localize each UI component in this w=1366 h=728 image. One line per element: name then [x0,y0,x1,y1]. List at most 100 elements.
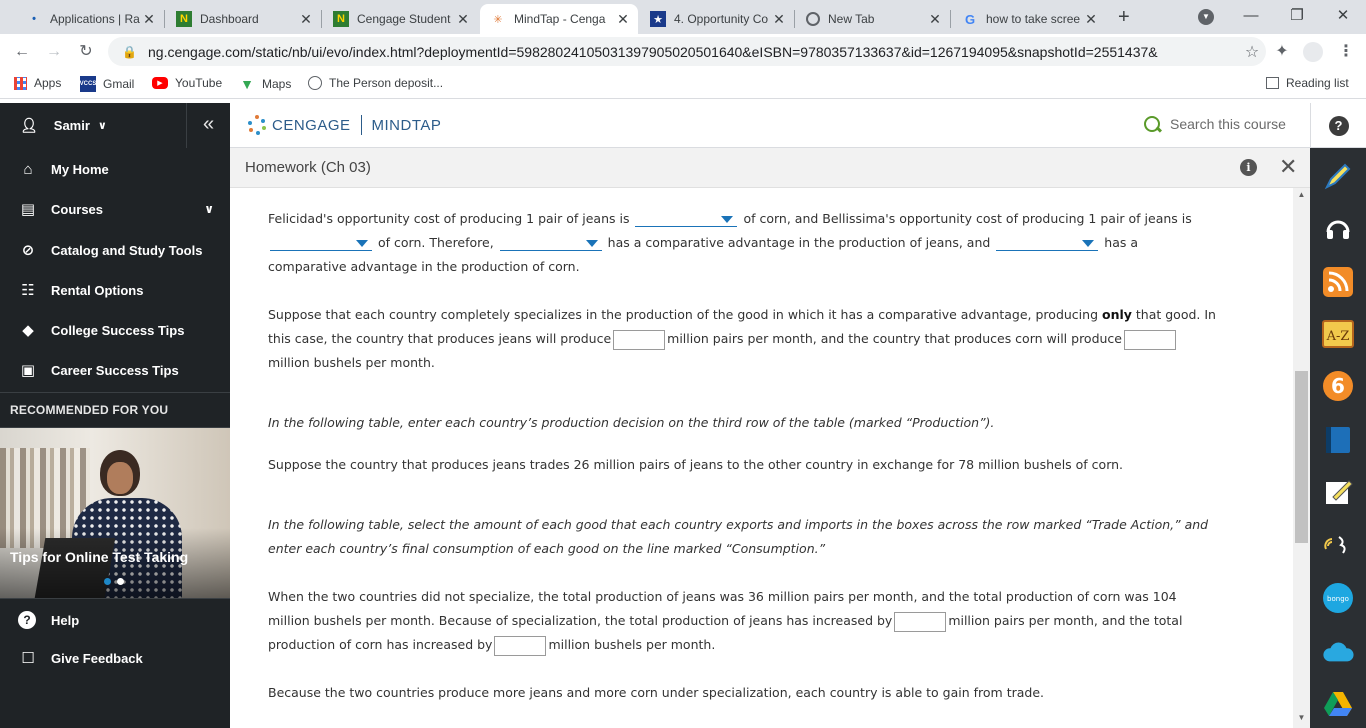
carousel-dot-active[interactable] [117,578,124,585]
corn-advantage-dropdown[interactable] [996,236,1099,251]
scroll-down-icon[interactable]: ▼ [1293,713,1310,722]
tab-search-icon[interactable]: ▼ [1198,9,1214,25]
conclusion-text: Because the two countries produce more j… [268,685,1045,700]
bookmark-maps[interactable]: ▼ Maps [239,76,291,92]
number-6-icon[interactable]: 6 [1322,370,1354,402]
scroll-thumb[interactable] [1295,371,1308,543]
tab-opportunity[interactable]: ★ 4. Opportunity Co ✕ [640,4,794,34]
close-tab-icon[interactable]: ✕ [140,11,158,28]
bookmark-youtube[interactable]: ▶ YouTube [152,76,222,90]
close-tab-icon[interactable]: ✕ [926,11,944,28]
jeans-increase-input[interactable] [894,611,947,632]
close-activity-icon[interactable]: ✕ [1279,154,1297,180]
chrome-icon [806,12,820,26]
tab-new-tab[interactable]: New Tab ✕ [796,4,950,34]
notebook-icon[interactable] [1322,424,1354,456]
table-instruction-2: In the following table, select the amoun… [268,517,1209,556]
collapse-sidebar-button[interactable]: « [186,103,230,148]
activity-title: Homework (Ch 03) [245,159,371,176]
svg-text:A-Z: A-Z [1326,329,1350,344]
help-icon: ? [1328,115,1349,136]
promo-carousel[interactable]: Tips for Online Test Taking [0,428,230,598]
notes-icon[interactable] [1322,476,1354,508]
search-placeholder: Search this course [1170,116,1286,132]
app-header: CENGAGE MINDTAP Search this course ? [230,103,1366,148]
minimize-icon[interactable]: — [1228,4,1274,28]
jeans-production-input[interactable] [613,329,666,350]
youtube-icon: ▶ [152,77,168,89]
bookmark-apps[interactable]: Apps [14,76,61,90]
tab-dashboard[interactable]: N Dashboard ✕ [166,4,321,34]
question-content: Felicidad's opportunity cost of producin… [230,188,1293,728]
jeans-advantage-dropdown[interactable] [499,236,602,251]
forward-icon[interactable]: → [42,40,66,64]
cengage-mindtap-logo[interactable]: CENGAGE MINDTAP [246,114,441,136]
home-icon: ⌂ [23,160,33,178]
question-icon: ? [18,611,36,629]
sidebar-item-catalog[interactable]: ⊘ Catalog and Study Tools [0,230,230,270]
close-tab-icon[interactable]: ✕ [614,11,632,28]
tab-how-to[interactable]: G how to take scree ✕ [952,4,1106,34]
tab-cengage-student[interactable]: N Cengage Student ✕ [323,4,478,34]
carousel-dot[interactable] [104,578,111,585]
table-instruction-1: In the following table, enter each count… [268,415,995,430]
sidebar-item-rental[interactable]: ☷ Rental Options [0,270,230,310]
tab-applications[interactable]: • Applications | Rap ✕ [16,4,164,34]
cengage-icon: ✳ [493,13,503,26]
reload-icon[interactable]: ↻ [74,40,98,64]
app-dock: A-Z 6 bongo [1310,148,1366,728]
corn-production-input[interactable] [1124,329,1176,350]
apps-grid-icon [14,76,27,90]
close-tab-icon[interactable]: ✕ [1082,11,1100,28]
info-icon[interactable]: i [1240,159,1257,176]
close-window-icon[interactable]: ✕ [1320,4,1366,28]
bongo-icon[interactable]: bongo [1322,582,1354,614]
bookmark-gmail[interactable]: VCCS Gmail [80,76,134,92]
highlighter-icon[interactable] [1322,160,1354,192]
sidebar-item-feedback[interactable]: ☐ Give Feedback [0,638,230,678]
menu-kebab-icon[interactable]: ⋮ [1334,40,1358,64]
compass-icon: ⊘ [21,242,35,259]
close-tab-icon[interactable]: ✕ [770,11,788,28]
bookmark-person-deposit[interactable]: The Person deposit... [308,76,443,90]
headphones-icon[interactable] [1322,212,1354,244]
user-icon: 👤︎ [20,117,38,133]
n-icon: N [176,11,192,27]
corn-increase-input[interactable] [494,635,547,656]
grad-cap-icon: ◆ [22,322,34,339]
profile-avatar-icon[interactable] [1303,42,1323,62]
cloud-icon[interactable] [1322,636,1354,668]
bookmark-star-icon[interactable]: ☆ [1238,42,1266,62]
tab-mindtap[interactable]: ✳ MindTap - Cenga ✕ [480,4,638,34]
a-z-icon[interactable]: A-Z [1322,318,1354,350]
browser-tab-strip: • Applications | Rap ✕ N Dashboard ✕ N C… [0,0,1366,34]
sidebar-item-college-tips[interactable]: ◆ College Success Tips [0,310,230,350]
sidebar-item-help[interactable]: ? Help [0,600,230,640]
new-tab-button[interactable]: + [1118,6,1130,29]
read-speaker-icon[interactable] [1322,530,1354,562]
product-name: MINDTAP [371,116,442,134]
course-search[interactable]: Search this course [1144,116,1286,132]
close-tab-icon[interactable]: ✕ [454,11,472,28]
scroll-up-icon[interactable]: ▲ [1293,190,1310,199]
rss-icon[interactable] [1322,266,1354,298]
svg-text:6: 6 [1331,374,1345,398]
sidebar-item-my-home[interactable]: ⌂ My Home [0,149,230,189]
sidebar-item-courses[interactable]: ▤ Courses ∨ [0,189,230,229]
help-button[interactable]: ? [1310,103,1366,148]
close-tab-icon[interactable]: ✕ [297,11,315,28]
content-scrollbar[interactable]: ▲ ▼ [1293,188,1310,728]
restore-icon[interactable]: ❐ [1274,4,1320,28]
question-paragraph-2: Suppose that each country completely spe… [268,307,1216,370]
drive-icon[interactable] [1322,688,1354,720]
address-bar[interactable]: 🔒 ng.cengage.com/static/nb/ui/evo/index.… [108,37,1266,66]
extensions-icon[interactable]: ✦ [1270,40,1294,64]
back-icon[interactable]: ← [10,40,34,64]
question-paragraph-1: Felicidad's opportunity cost of producin… [268,211,1192,274]
reading-list[interactable]: Reading list [1266,76,1349,90]
bellissima-cost-dropdown[interactable] [270,236,372,251]
sidebar-item-career-tips[interactable]: ▣ Career Success Tips [0,350,230,390]
reading-list-icon [1266,77,1279,89]
felicidad-cost-dropdown[interactable] [635,212,738,227]
user-menu[interactable]: 👤︎ Samir ∨ [0,103,186,148]
